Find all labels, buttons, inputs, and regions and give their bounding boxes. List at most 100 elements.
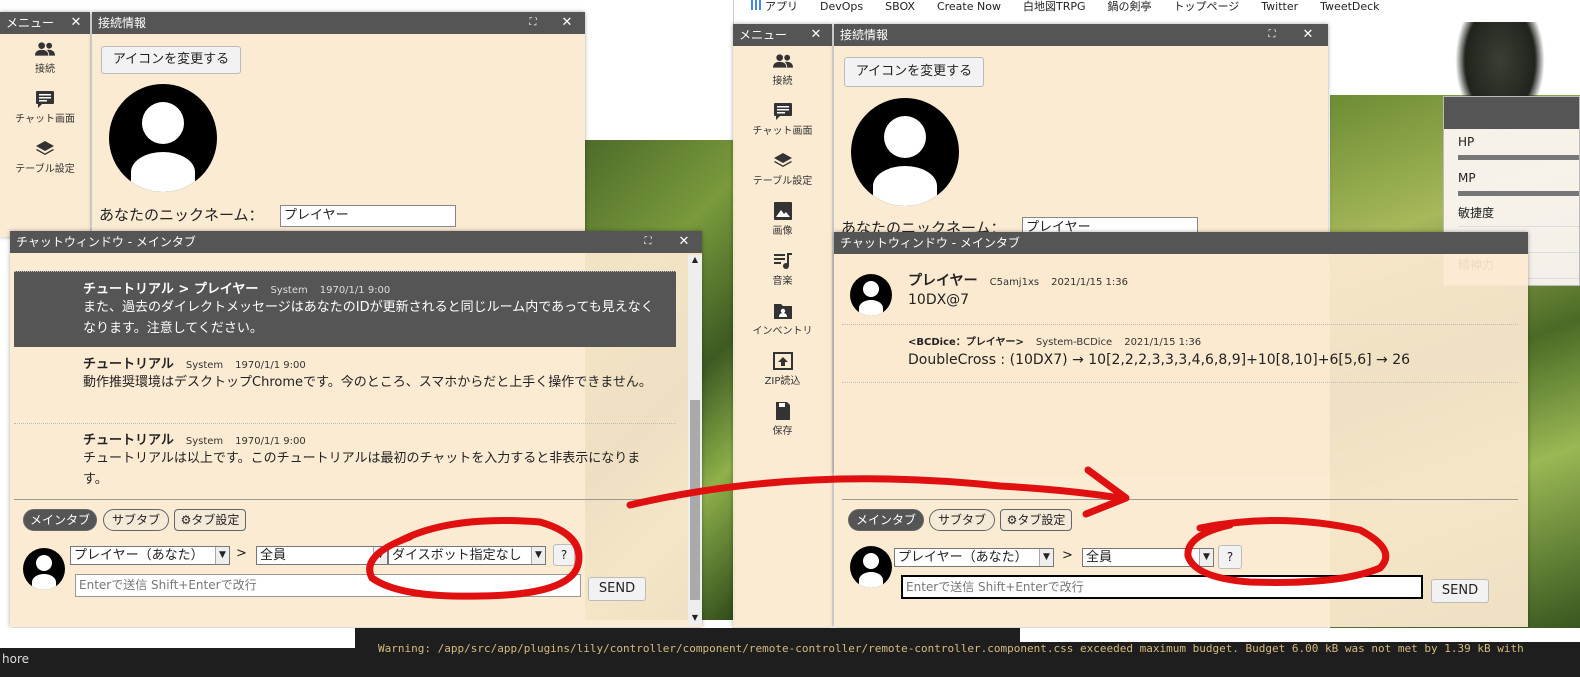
menu-item-label: 接続 bbox=[35, 64, 55, 75]
sender-select[interactable]: プレイヤー（あなた） ▼ bbox=[894, 548, 1054, 567]
terminal-right-pane bbox=[1020, 628, 1580, 642]
message-time: 1970/1/1 9:00 bbox=[235, 436, 306, 447]
tab-sub[interactable]: サブタブ bbox=[103, 509, 169, 531]
people-icon bbox=[772, 54, 793, 68]
tab-main[interactable]: メインタブ bbox=[23, 509, 97, 531]
message-sender: プレイヤー bbox=[908, 273, 978, 289]
connection-titlebar[interactable]: 接続情報 ⛶ ✕ bbox=[834, 24, 1328, 46]
menu-item-inventory[interactable]: インベントリ bbox=[733, 296, 832, 346]
bookmark-item[interactable]: トップページ bbox=[1174, 0, 1240, 13]
bookmark-item[interactable]: DevOps bbox=[820, 0, 863, 13]
scroll-thumb[interactable] bbox=[690, 400, 700, 600]
bookmark-item[interactable]: 鍋の剣亭 bbox=[1108, 0, 1152, 13]
bookmark-item[interactable]: 白地図TRPG bbox=[1023, 0, 1086, 13]
tab-sub[interactable]: サブタブ bbox=[929, 509, 995, 531]
status-row-mp: MP bbox=[1458, 165, 1579, 201]
menu-item-save[interactable]: 保存 bbox=[733, 396, 832, 446]
help-button[interactable]: ? bbox=[1218, 545, 1242, 569]
maximize-icon[interactable]: ⛶ bbox=[523, 12, 543, 34]
menu-item-label: ZIP読込 bbox=[764, 376, 801, 387]
chat-avatar-icon bbox=[850, 546, 892, 588]
connection-titlebar[interactable]: 接続情報 ⛶ ✕ bbox=[92, 12, 585, 34]
help-button[interactable]: ? bbox=[553, 544, 575, 566]
menu-item-label: 保存 bbox=[772, 426, 793, 437]
menu-item-connect[interactable]: 接続 bbox=[733, 46, 832, 96]
tab-main[interactable]: メインタブ bbox=[848, 509, 924, 531]
chat-input[interactable]: Enterで送信 Shift+Enterで改行 bbox=[901, 575, 1423, 599]
chat-titlebar[interactable]: チャットウィンドウ - メインタブ ⛶ ✕ bbox=[10, 231, 702, 253]
target-select[interactable]: 全員 ▼ bbox=[1082, 548, 1214, 567]
close-icon[interactable]: ✕ bbox=[806, 24, 826, 46]
hp-bar bbox=[1458, 155, 1579, 160]
build-warning-text: Warning: /app/src/app/plugins/lily/contr… bbox=[378, 642, 1524, 655]
close-icon[interactable]: ✕ bbox=[674, 231, 694, 253]
scroll-down-icon[interactable]: ▼ bbox=[688, 613, 702, 625]
close-icon[interactable]: ✕ bbox=[66, 12, 86, 34]
message-time: 2021/1/15 1:36 bbox=[1051, 277, 1128, 288]
status-row: 敏捷度 bbox=[1458, 201, 1579, 227]
menu-item-music[interactable]: 音楽 bbox=[733, 246, 832, 296]
bookmark-item[interactable]: TweetDeck bbox=[1320, 0, 1379, 13]
chat-message: プレイヤー C5amj1xs 2021/1/15 1:36 10DX@7 bbox=[908, 270, 1468, 311]
message-divider bbox=[14, 423, 676, 424]
chat-scrollbar[interactable]: ▲ ▼ bbox=[688, 255, 702, 625]
maximize-icon[interactable]: ⛶ bbox=[1262, 24, 1282, 46]
chat-title: チャットウィンドウ - メインタブ bbox=[16, 235, 196, 249]
menu-item-label: チャット画面 bbox=[752, 126, 813, 137]
apps-icon[interactable] bbox=[751, 0, 761, 10]
menu-item-chat[interactable]: チャット画面 bbox=[733, 96, 832, 146]
chat-message: チュートリアル System 1970/1/1 9:00 チュートリアルは以上です。… bbox=[83, 429, 683, 490]
maximize-icon[interactable]: ⛶ bbox=[638, 231, 658, 253]
nickname-input[interactable]: プレイヤー bbox=[280, 205, 456, 227]
menu-title: メニュー bbox=[6, 16, 55, 30]
message-time: 1970/1/1 9:00 bbox=[235, 360, 306, 371]
dicebot-select[interactable]: ダイスボット指定なし ▼ bbox=[388, 546, 546, 565]
user-avatar-icon bbox=[109, 84, 217, 192]
menu-item-connect[interactable]: 接続 bbox=[0, 34, 90, 84]
menu-title: メニュー bbox=[739, 28, 788, 42]
menu-item-chat[interactable]: チャット画面 bbox=[0, 84, 90, 134]
tab-settings-button[interactable]: ⚙タブ設定 bbox=[174, 509, 246, 531]
scroll-up-icon[interactable]: ▲ bbox=[688, 255, 702, 267]
connection-title: 接続情報 bbox=[98, 16, 147, 30]
bookmark-item[interactable]: SBOX bbox=[885, 0, 915, 13]
menu-item-label: 接続 bbox=[772, 76, 793, 87]
bookmark-item[interactable]: Create Now bbox=[937, 0, 1001, 13]
arrow-separator: > bbox=[236, 546, 247, 561]
message-sender: チュートリアル > プレイヤー bbox=[83, 282, 259, 297]
sender-select[interactable]: プレイヤー（あなた） ▼ bbox=[70, 546, 230, 565]
gear-icon: ⚙ bbox=[180, 513, 192, 527]
change-icon-button[interactable]: アイコンを変更する bbox=[101, 46, 241, 74]
bookmark-item[interactable]: Twitter bbox=[1261, 0, 1298, 13]
message-text: また、過去のダイレクトメッセージはあなたのIDが更新されると同じルーム内であって… bbox=[83, 300, 654, 336]
terminal-left-pane bbox=[0, 628, 355, 648]
menu-item-label: テーブル設定 bbox=[752, 176, 813, 187]
message-text: DoubleCross : (10DX7) → 10[2,2,2,3,3,3,4… bbox=[908, 352, 1411, 368]
menu-item-label: 画像 bbox=[772, 226, 793, 237]
layers-icon bbox=[773, 153, 792, 167]
input-divider bbox=[14, 499, 676, 500]
chevron-down-icon: ▼ bbox=[531, 547, 545, 564]
menu-item-image[interactable]: 画像 bbox=[733, 196, 832, 246]
menu-item-label: 音楽 bbox=[772, 276, 793, 287]
message-system: System bbox=[185, 360, 224, 371]
send-button[interactable]: SEND bbox=[1431, 579, 1489, 603]
bookmark-item[interactable]: アプリ bbox=[765, 0, 798, 13]
menu-item-table[interactable]: テーブル設定 bbox=[733, 146, 832, 196]
message-text: 10DX@7 bbox=[908, 292, 970, 308]
message-text: チュートリアルは以上です。このチュートリアルは最初のチャットを入力すると非表示に… bbox=[83, 451, 641, 487]
chat-titlebar[interactable]: チャットウィンドウ - メインタブ bbox=[834, 232, 1528, 254]
menu-item-zip[interactable]: ZIP読込 bbox=[733, 346, 832, 396]
target-select[interactable]: 全員 ▼ bbox=[256, 546, 388, 565]
close-icon[interactable]: ✕ bbox=[557, 12, 577, 34]
menu-titlebar[interactable]: メニュー ✕ bbox=[0, 12, 90, 34]
message-divider bbox=[842, 382, 1518, 383]
chat-input[interactable]: Enterで送信 Shift+Enterで改行 bbox=[75, 574, 581, 597]
menu-item-table[interactable]: テーブル設定 bbox=[0, 134, 90, 184]
close-icon[interactable]: ✕ bbox=[1298, 24, 1318, 46]
menu-titlebar[interactable]: メニュー ✕ bbox=[733, 24, 832, 46]
left-connection-window: 接続情報 ⛶ ✕ アイコンを変更する あなたのニックネーム： プレイヤー bbox=[92, 12, 585, 237]
change-icon-button[interactable]: アイコンを変更する bbox=[844, 57, 984, 87]
send-button[interactable]: SEND bbox=[588, 577, 646, 601]
tab-settings-button[interactable]: ⚙タブ設定 bbox=[1000, 509, 1072, 531]
